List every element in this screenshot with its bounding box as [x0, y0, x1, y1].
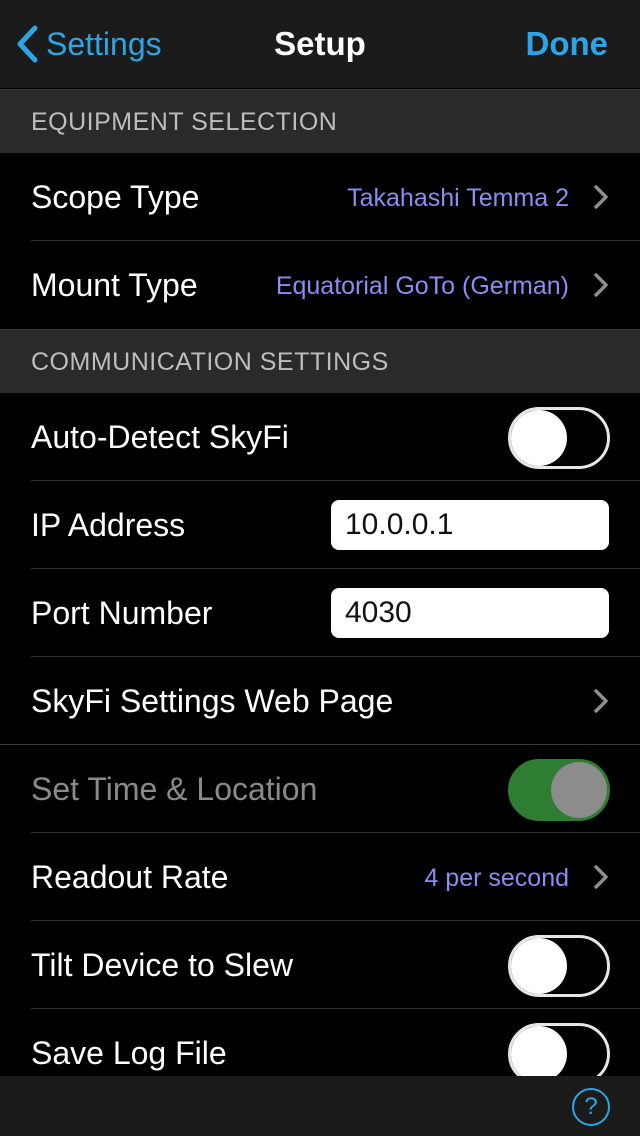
- toggle-knob: [511, 1026, 567, 1082]
- toggle-knob: [511, 938, 567, 994]
- scope-type-value: Takahashi Temma 2: [347, 184, 569, 212]
- set-time-location-row: Set Time & Location: [0, 745, 640, 833]
- chevron-right-icon: [594, 689, 608, 713]
- readout-rate-row[interactable]: Readout Rate 4 per second: [0, 833, 640, 921]
- set-time-location-toggle[interactable]: [508, 759, 610, 821]
- mount-type-row[interactable]: Mount Type Equatorial GoTo (German): [0, 241, 640, 329]
- scope-type-label: Scope Type: [31, 179, 200, 215]
- help-button[interactable]: ?: [572, 1088, 610, 1126]
- mount-type-label: Mount Type: [31, 267, 198, 303]
- mount-type-value: Equatorial GoTo (German): [275, 272, 569, 300]
- chevron-right-icon: [594, 273, 608, 297]
- navigation-bar: Settings Setup Done: [0, 0, 640, 88]
- readout-rate-value: 4 per second: [424, 864, 569, 892]
- readout-rate-label: Readout Rate: [31, 859, 229, 895]
- auto-detect-toggle[interactable]: [508, 407, 610, 469]
- chevron-right-icon: [594, 865, 608, 889]
- section-header-communication: COMMUNICATION SETTINGS: [0, 329, 640, 394]
- section-title-communication: COMMUNICATION SETTINGS: [31, 348, 389, 376]
- skyfi-web-page-label: SkyFi Settings Web Page: [31, 683, 394, 719]
- section-header-equipment: EQUIPMENT SELECTION: [0, 89, 640, 154]
- ip-address-label: IP Address: [31, 507, 186, 543]
- toggle-knob: [511, 410, 567, 466]
- chevron-right-icon: [594, 185, 608, 209]
- done-button[interactable]: Done: [526, 22, 609, 66]
- ip-address-field[interactable]: 10.0.0.1: [331, 500, 609, 550]
- bottom-toolbar: ?: [0, 1076, 640, 1136]
- scope-type-row[interactable]: Scope Type Takahashi Temma 2: [0, 153, 640, 241]
- tilt-device-label: Tilt Device to Slew: [31, 947, 293, 983]
- port-number-row: Port Number 4030: [0, 569, 640, 657]
- auto-detect-label: Auto-Detect SkyFi: [31, 419, 289, 455]
- tilt-device-row: Tilt Device to Slew: [0, 921, 640, 1009]
- port-number-field[interactable]: 4030: [331, 588, 609, 638]
- set-time-location-label: Set Time & Location: [31, 771, 318, 807]
- ip-address-row: IP Address 10.0.0.1: [0, 481, 640, 569]
- skyfi-web-page-row[interactable]: SkyFi Settings Web Page: [0, 657, 640, 745]
- auto-detect-row: Auto-Detect SkyFi: [0, 393, 640, 481]
- toggle-knob: [551, 762, 607, 818]
- tilt-device-toggle[interactable]: [508, 935, 610, 997]
- section-title-equipment: EQUIPMENT SELECTION: [31, 108, 338, 136]
- port-number-label: Port Number: [31, 595, 213, 631]
